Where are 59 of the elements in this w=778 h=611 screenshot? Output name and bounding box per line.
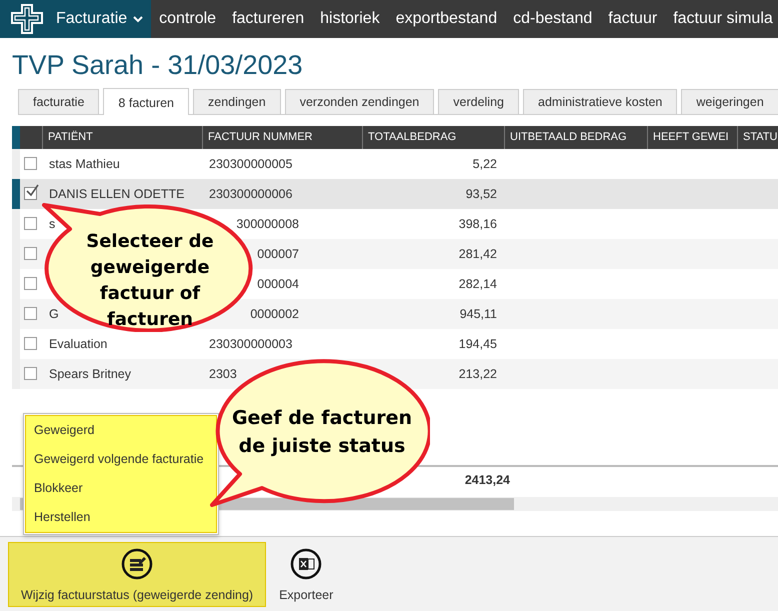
table-row[interactable]: DANIS ELLEN ODETTE 230300000006 93,52: [12, 179, 778, 209]
table-cell: DANIS ELLEN ODETTE: [49, 187, 184, 201]
table-cell: 213,22: [458, 367, 497, 381]
table-cell-text: 230300000006: [209, 186, 294, 203]
tab[interactable]: weigeringen: [681, 89, 778, 114]
tab[interactable]: facturatie: [18, 89, 100, 114]
tab[interactable]: administratieve kosten: [523, 89, 678, 114]
nav-item[interactable]: factureren: [224, 10, 312, 28]
tab[interactable]: verzonden zendingen: [284, 89, 434, 114]
table-cell: 194,45: [458, 337, 497, 351]
tab[interactable]: verdeling: [438, 89, 519, 114]
nav-item[interactable]: controle: [151, 10, 224, 28]
total-amount: 2413,24: [464, 472, 510, 489]
table-cell-text: 0000002: [249, 306, 299, 323]
tab[interactable]: 8 facturen: [103, 88, 190, 115]
row-checkbox[interactable]: [24, 337, 37, 350]
excel-icon: [290, 548, 322, 580]
row-checkbox[interactable]: [24, 367, 37, 380]
table-cell: 398,16: [458, 217, 497, 231]
table-cell-text: 2303: [209, 366, 238, 383]
toolbar-button[interactable]: Wijzig factuurstatus (geweigerde zending): [8, 542, 266, 607]
nav-item[interactable]: cd-bestand: [505, 10, 600, 28]
row-checkbox[interactable]: [24, 277, 37, 290]
table-cell: s: [49, 217, 56, 231]
row-checkbox[interactable]: [24, 217, 37, 230]
nav-item[interactable]: historiek: [312, 10, 388, 28]
nav-item[interactable]: factuur simula: [665, 10, 778, 28]
row-checkbox[interactable]: [24, 307, 37, 320]
menu-item[interactable]: Blokkeer: [26, 474, 216, 503]
page-title: TVP Sarah - 31/03/2023: [12, 50, 304, 82]
table-cell: 5,22: [472, 157, 497, 171]
header-marker: [12, 126, 20, 149]
table-cell: 281,42: [458, 247, 497, 261]
table-cell: G: [49, 307, 59, 321]
row-checkbox[interactable]: [24, 157, 37, 170]
menu-item[interactable]: Geweigerd: [26, 416, 216, 445]
menu-item[interactable]: Geweigerd volgende facturatie: [26, 445, 216, 474]
table-cell: Spears Britney: [49, 367, 131, 381]
chevron-down-icon: [133, 15, 144, 23]
toolbar-button[interactable]: Exporteer: [266, 542, 346, 607]
table-cell-text: 000007: [256, 246, 299, 263]
table-cell-text: 000004: [256, 276, 299, 293]
row-checkbox[interactable]: [24, 247, 37, 260]
table-cell: stas Mathieu: [49, 157, 120, 171]
nav-item[interactable]: factuur: [600, 10, 666, 28]
nav-item[interactable]: exportbestand: [388, 10, 506, 28]
menu-item[interactable]: Herstellen: [26, 503, 216, 532]
table-cell: 282,14: [458, 277, 497, 291]
edit-icon: [121, 548, 154, 580]
cross-logo-icon: [10, 3, 46, 35]
table-cell: 93,52: [466, 187, 497, 201]
table-cell-text: 230300000005: [209, 156, 294, 173]
tab[interactable]: zendingen: [193, 89, 281, 114]
table-cell-text: 230300000003: [209, 336, 294, 353]
app-menu[interactable]: Facturatie: [56, 10, 144, 28]
table-cell: 945,11: [460, 307, 497, 321]
table-cell-text: 300000008: [235, 216, 299, 233]
row-checkbox[interactable]: [24, 187, 37, 200]
table-cell: Evaluation: [49, 337, 108, 351]
